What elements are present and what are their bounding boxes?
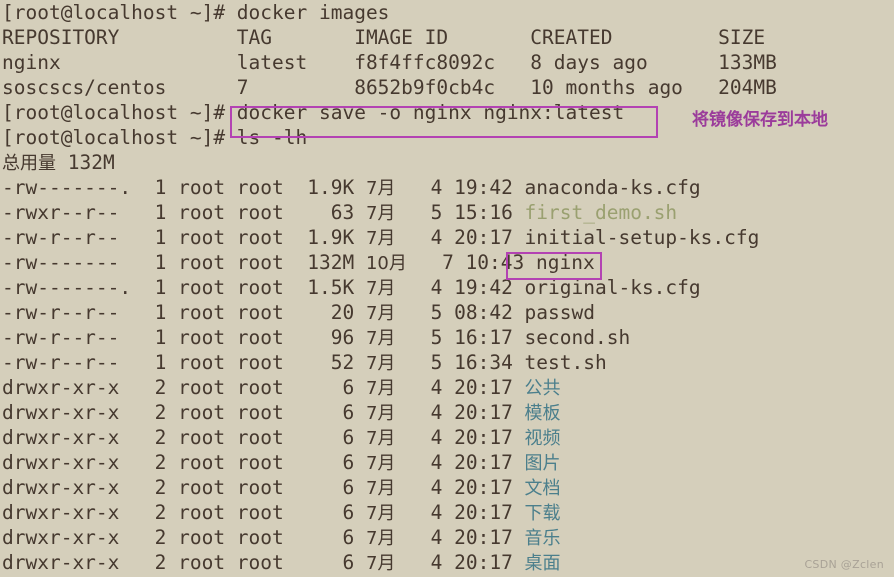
listing-row: drwxr-xr-x 2 root root 6 7月 4 20:17 桌面 xyxy=(2,550,894,575)
listing-row-date: 5 08:42 xyxy=(395,301,525,324)
listing-row-month: 7月 xyxy=(365,503,396,524)
listing-row: drwxr-xr-x 2 root root 6 7月 4 20:17 图片 xyxy=(2,450,894,475)
listing-row-name: 模板 xyxy=(524,403,561,424)
listing-row-date: 4 20:17 xyxy=(395,451,525,474)
listing-row: drwxr-xr-x 2 root root 6 7月 4 20:17 公共 xyxy=(2,375,894,400)
terminal-line-text: soscscs/centos 7 8652b9f0cb4c 10 months … xyxy=(2,76,777,99)
listing-row-date: 4 20:17 xyxy=(395,526,525,549)
listing-row-meta: -rw-r--r-- 1 root root 96 xyxy=(2,326,366,349)
listing-row-meta: -rw-r--r-- 1 root root 20 xyxy=(2,301,366,324)
listing-row-date: 4 20:17 xyxy=(395,501,525,524)
terminal-line-text: nginx latest f8f4ffc8092c 8 days ago 133… xyxy=(2,51,777,74)
listing-row-name: nginx xyxy=(536,251,595,274)
listing-row-date: 7 10:43 xyxy=(406,251,536,274)
listing-row-month: 7月 xyxy=(365,403,396,424)
listing-row-meta: -rw-------. 1 root root 1.5K xyxy=(2,276,366,299)
listing-row: -rw-r--r-- 1 root root 20 7月 5 08:42 pas… xyxy=(2,300,894,325)
listing-row-month: 7月 xyxy=(365,328,396,349)
terminal-line-images-row-centos: soscscs/centos 7 8652b9f0cb4c 10 months … xyxy=(2,75,894,100)
listing-row-name: passwd xyxy=(524,301,595,324)
listing-row: -rw-r--r-- 1 root root 96 7月 5 16:17 sec… xyxy=(2,325,894,350)
listing-row-month: 7月 xyxy=(365,353,396,374)
listing-row-month: 7月 xyxy=(365,378,396,399)
listing-row-name: second.sh xyxy=(524,326,631,349)
listing-row-meta: -rw-r--r-- 1 root root 1.9K xyxy=(2,226,366,249)
listing-row-month: 10月 xyxy=(365,253,407,274)
listing-row-name: original-ks.cfg xyxy=(524,276,701,299)
listing-row-month: 7月 xyxy=(365,203,396,224)
listing-row-date: 5 15:16 xyxy=(395,201,525,224)
terminal-window[interactable]: [root@localhost ~]# docker images REPOSIT… xyxy=(0,0,894,577)
listing-row: drwxr-xr-x 2 root root 6 7月 4 20:17 音乐 xyxy=(2,525,894,550)
listing-row-name: 视频 xyxy=(524,428,561,449)
listing-row-meta: drwxr-xr-x 2 root root 6 xyxy=(2,451,366,474)
listing-row-name: 文档 xyxy=(524,478,561,499)
listing-row-meta: -rw-------. 1 root root 1.9K xyxy=(2,176,366,199)
listing-row-date: 4 19:42 xyxy=(395,276,525,299)
terminal-line-text: [root@localhost ~]# ls -lh xyxy=(2,126,308,149)
listing-row: -rw-------. 1 root root 1.9K 7月 4 19:42 … xyxy=(2,175,894,200)
listing-row-month: 7月 xyxy=(365,453,396,474)
listing-row: -rw-r--r-- 1 root root 52 7月 5 16:34 tes… xyxy=(2,350,894,375)
listing-row-date: 4 20:17 xyxy=(395,426,525,449)
listing-row-month: 7月 xyxy=(365,228,396,249)
listing-row-month: 7月 xyxy=(365,178,396,199)
listing-row-meta: drwxr-xr-x 2 root root 6 xyxy=(2,551,366,574)
listing-row-name: first_demo.sh xyxy=(524,201,678,224)
listing-row-date: 4 20:17 xyxy=(395,376,525,399)
listing-row: drwxr-xr-x 2 root root 6 7月 4 20:17 模板 xyxy=(2,400,894,425)
listing-row: -rwxr--r-- 1 root root 63 7月 5 15:16 fir… xyxy=(2,200,894,225)
listing-row-meta: -rw-r--r-- 1 root root 52 xyxy=(2,351,366,374)
annotation-save-image-locally: 将镜像保存到本地 xyxy=(692,110,828,130)
listing-row-meta: drwxr-xr-x 2 root root 6 xyxy=(2,376,366,399)
listing-row: -rw------- 1 root root 132M 10月 7 10:43 … xyxy=(2,250,894,275)
listing-row-name: 音乐 xyxy=(524,528,561,549)
listing-row-month: 7月 xyxy=(365,528,396,549)
listing-row-date: 4 20:17 xyxy=(395,551,525,574)
terminal-line-images-header: REPOSITORY TAG IMAGE ID CREATED SIZE xyxy=(2,25,894,50)
listing-row-name: 下载 xyxy=(524,503,561,524)
listing-row: -rw-------. 1 root root 1.5K 7月 4 19:42 … xyxy=(2,275,894,300)
listing-row-date: 4 20:17 xyxy=(395,476,525,499)
listing-row: -rw-r--r-- 1 root root 1.9K 7月 4 20:17 i… xyxy=(2,225,894,250)
listing-total-value: 132M xyxy=(56,151,115,174)
listing-row-meta: drwxr-xr-x 2 root root 6 xyxy=(2,526,366,549)
terminal-line-cmd-docker-images: [root@localhost ~]# docker images xyxy=(2,0,894,25)
listing-row-meta: drwxr-xr-x 2 root root 6 xyxy=(2,401,366,424)
listing-row-meta: -rw------- 1 root root 132M xyxy=(2,251,366,274)
listing-row-name: 图片 xyxy=(524,453,561,474)
listing-row-date: 5 16:17 xyxy=(395,326,525,349)
listing-row-name: 桌面 xyxy=(524,553,561,574)
listing-row-name: 公共 xyxy=(524,378,561,399)
terminal-line-text: REPOSITORY TAG IMAGE ID CREATED SIZE xyxy=(2,26,766,49)
terminal-line-text: [root@localhost ~]# docker save -o nginx… xyxy=(2,101,625,124)
listing-row-month: 7月 xyxy=(365,553,396,574)
listing-row-date: 4 19:42 xyxy=(395,176,525,199)
csdn-watermark: CSDN @Zclen xyxy=(804,558,884,571)
listing-row: drwxr-xr-x 2 root root 6 7月 4 20:17 文档 xyxy=(2,475,894,500)
listing-row-meta: drwxr-xr-x 2 root root 6 xyxy=(2,426,366,449)
listing-row-date: 5 16:34 xyxy=(395,351,525,374)
listing-row: drwxr-xr-x 2 root root 6 7月 4 20:17 下载 xyxy=(2,500,894,525)
listing-total-line: 总用量 132M xyxy=(2,150,894,175)
listing-row-name: test.sh xyxy=(524,351,607,374)
terminal-line-images-row-nginx: nginx latest f8f4ffc8092c 8 days ago 133… xyxy=(2,50,894,75)
listing-row-meta: drwxr-xr-x 2 root root 6 xyxy=(2,476,366,499)
listing-row-month: 7月 xyxy=(365,278,396,299)
listing-total-label: 总用量 xyxy=(2,153,56,174)
terminal-output: [root@localhost ~]# docker images REPOSIT… xyxy=(0,0,894,575)
listing-row-name: initial-setup-ks.cfg xyxy=(524,226,760,249)
listing-row-month: 7月 xyxy=(365,303,396,324)
listing-row-month: 7月 xyxy=(365,478,396,499)
terminal-line-text: [root@localhost ~]# docker images xyxy=(2,1,390,24)
listing-row-date: 4 20:17 xyxy=(395,401,525,424)
listing-row: drwxr-xr-x 2 root root 6 7月 4 20:17 视频 xyxy=(2,425,894,450)
listing-row-date: 4 20:17 xyxy=(395,226,525,249)
listing-row-month: 7月 xyxy=(365,428,396,449)
listing-row-meta: -rwxr--r-- 1 root root 63 xyxy=(2,201,366,224)
listing-row-name: anaconda-ks.cfg xyxy=(524,176,701,199)
listing-row-meta: drwxr-xr-x 2 root root 6 xyxy=(2,501,366,524)
